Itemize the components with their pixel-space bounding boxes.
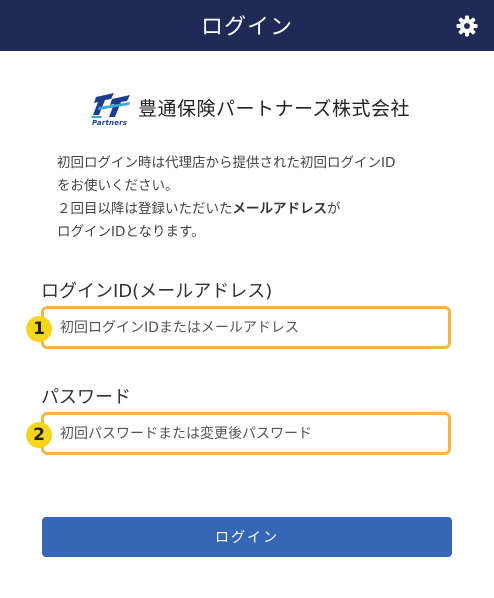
password-input[interactable] [60,415,440,452]
intro-emphasis: メールアドレス [232,201,328,217]
company-logo: Partners 豊通保険パートナーズ株式会社 [90,88,410,132]
login-id-label: ログインID(メールアドレス) [41,281,273,302]
logo-tagline: Partners [92,119,128,127]
intro-line: 初回ログイン時は代理店から提供された初回ログインID [57,155,396,171]
step-badge-2: 2 [26,422,52,448]
intro-text: 初回ログイン時は代理店から提供された初回ログインID をお使いください。 ２回目… [57,152,467,244]
gear-icon[interactable] [455,14,479,38]
login-id-field-frame [41,306,451,349]
app-header: ログイン [0,0,494,51]
intro-text-segment: が [327,201,341,217]
company-name: 豊通保険パートナーズ株式会社 [138,98,411,120]
step-badge-1: 1 [26,316,52,342]
intro-line: ２回目以降は登録いただいたメールアドレスが [57,198,467,221]
intro-line: ログインIDとなります。 [57,224,205,240]
password-label: パスワード [41,387,131,408]
intro-text-segment: ２回目以降は登録いただいた [57,201,233,217]
password-field-frame [41,412,451,455]
login-button[interactable]: ログイン [42,517,452,557]
intro-line: をお使いください。 [57,178,179,194]
page-title: ログイン [200,15,293,40]
login-id-input[interactable] [60,309,440,346]
